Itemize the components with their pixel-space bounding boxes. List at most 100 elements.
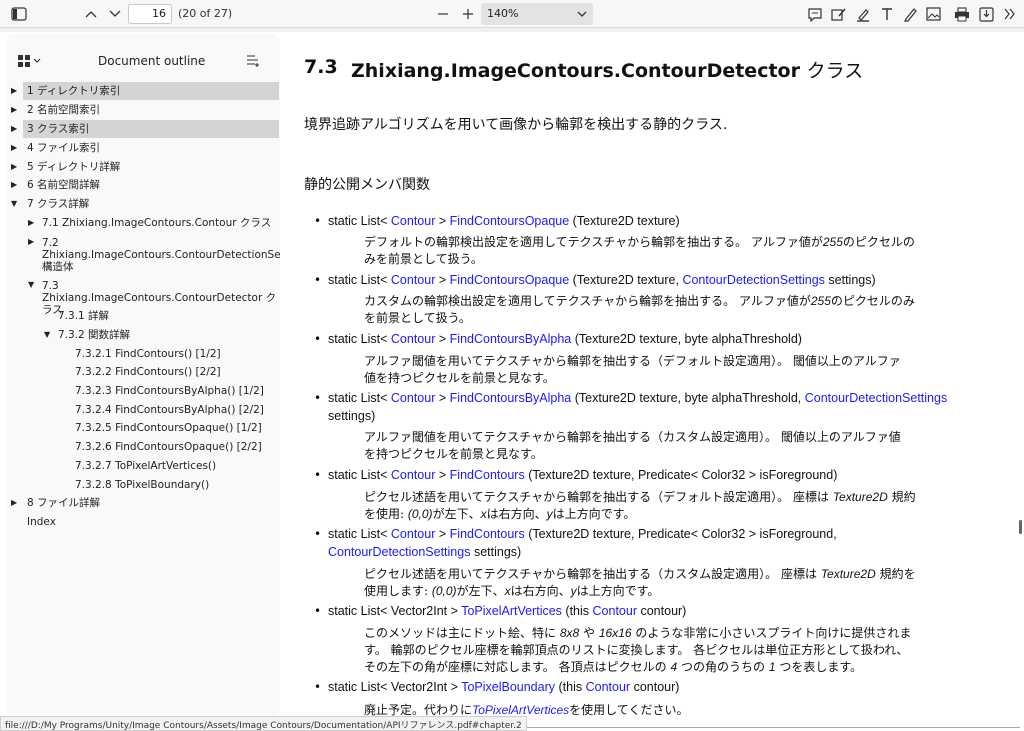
outline-item-5[interactable]: 5 ディレクトリ詳解 [27, 158, 120, 176]
member-prefix: static List< [328, 468, 388, 482]
find-contours-link[interactable]: FindContours [450, 527, 525, 541]
sidebar-toggle-button[interactable] [6, 3, 32, 25]
outline-item-7-3-2-2[interactable]: 7.3.2.2 FindContours() [2/2] [75, 363, 221, 381]
outline-item-7-3-2-6[interactable]: 7.3.2.6 FindContoursOpaque() [2/2] [75, 438, 262, 456]
outline-item-7-3-2-3[interactable]: 7.3.2.3 FindContoursByAlpha() [1/2] [75, 382, 264, 400]
contour-link[interactable]: Contour [593, 604, 637, 618]
zoom-in-button[interactable] [459, 3, 477, 25]
outline-item-7-3-2-8[interactable]: 7.3.2.8 ToPixelBoundary() [75, 476, 209, 494]
expand-arrow-icon[interactable]: ▶ [11, 176, 17, 194]
draw-button[interactable] [900, 3, 920, 25]
contour-link[interactable]: Contour [391, 332, 435, 346]
find-contours-by-alpha-link[interactable]: FindContoursByAlpha [450, 332, 572, 346]
scrollbar-thumb[interactable] [1019, 520, 1022, 534]
comment-icon [808, 7, 822, 22]
contour-detection-settings-link[interactable]: ContourDetectionSettings [805, 391, 947, 405]
collapse-arrow-icon[interactable]: ▼ [28, 276, 34, 294]
outline-item-6[interactable]: 6 名前空間詳解 [27, 176, 100, 194]
outline-item-1[interactable]: 1 ディレクトリ索引 [23, 82, 279, 100]
expand-arrow-icon[interactable]: ▶ [28, 214, 34, 232]
add-text-button[interactable] [877, 3, 897, 25]
contour-detection-settings-link[interactable]: ContourDetectionSettings [284, 545, 470, 559]
outline-item-7-3-2-1[interactable]: 7.3.2.1 FindContours() [1/2] [75, 345, 221, 363]
member-signature: static List< Contour > FindContoursOpaqu… [328, 212, 1018, 230]
find-contours-link[interactable]: FindContours [450, 468, 525, 482]
outline-item-4[interactable]: 4 ファイル索引 [27, 139, 100, 157]
outline-item-7-2[interactable]: 7.2 Zhixiang.ImageContours.ContourDetect… [42, 237, 280, 273]
zoom-select[interactable]: 140% [481, 3, 593, 25]
outline-item-7-3-2-4[interactable]: 7.3.2.4 FindContoursByAlpha() [2/2] [75, 401, 264, 419]
desc-italic: 4 [670, 660, 678, 674]
outline-item-7-3-1[interactable]: 7.3.1 詳解 [58, 307, 109, 325]
document-page: 7.3 Zhixiang.ImageContours.ContourDetect… [284, 32, 1019, 731]
double-chevron-right-icon [1004, 8, 1015, 20]
outline-item-3[interactable]: 3 クラス索引 [23, 120, 279, 138]
to-pixel-art-vertices-link[interactable]: ToPixelArtVertices [461, 604, 562, 618]
save-button[interactable] [976, 3, 996, 25]
desc-value: 255 [810, 294, 831, 308]
page-count: (20 of 27) [178, 7, 233, 20]
bullet: • [314, 214, 322, 228]
expand-arrow-icon[interactable]: ▶ [11, 120, 17, 138]
desc-text: つの角のうちの [680, 660, 765, 674]
expand-arrow-icon[interactable]: ▶ [11, 82, 17, 100]
contour-link[interactable]: Contour [586, 680, 630, 694]
contour-link[interactable]: Contour [391, 468, 435, 482]
expand-arrow-icon[interactable]: ▶ [11, 158, 17, 176]
member-prefix: static List< Vector2Int > [328, 680, 458, 694]
outline-item-2[interactable]: 2 名前空間索引 [27, 101, 100, 119]
to-pixel-boundary-link[interactable]: ToPixelBoundary [461, 680, 555, 694]
outline-item-7-1[interactable]: 7.1 Zhixiang.ImageContours.Contour クラス [42, 214, 271, 232]
contour-link[interactable]: Contour [391, 214, 435, 228]
expand-arrow-icon[interactable]: ▶ [11, 494, 17, 512]
contour-link[interactable]: Contour [391, 527, 435, 541]
contour-detection-settings-link[interactable]: ContourDetectionSettings [682, 273, 824, 287]
highlight-button[interactable] [853, 3, 873, 25]
to-pixel-art-vertices-link[interactable]: ToPixelArtVertices [472, 703, 569, 717]
contour-link[interactable]: Contour [391, 391, 435, 405]
chevron-up-icon [85, 11, 97, 18]
outline-options-button[interactable] [246, 53, 260, 72]
desc-text: 使用します: [364, 584, 429, 598]
text-edit-button[interactable] [829, 3, 849, 25]
outline-header: Document outline [6, 34, 280, 74]
outline-item-8[interactable]: 8 ファイル詳解 [27, 494, 100, 512]
image-icon [925, 7, 941, 21]
member-prefix: static List< [328, 391, 388, 405]
more-tools-button[interactable] [1000, 3, 1020, 25]
minus-icon [438, 13, 448, 15]
outline-item-7-3-2[interactable]: 7.3.2 関数詳解 [58, 326, 130, 344]
next-page-button[interactable] [106, 3, 124, 25]
find-contours-opaque-link[interactable]: FindContoursOpaque [450, 214, 570, 228]
desc-text: ピクセル述語を用いてテクスチャから輪郭を抽出する（カスタム設定適用）。 座標は [364, 567, 817, 581]
outline-view-button[interactable] [18, 53, 42, 72]
find-contours-by-alpha-link[interactable]: FindContoursByAlpha [450, 391, 572, 405]
expand-arrow-icon[interactable]: ▶ [11, 101, 17, 119]
outline-item-index[interactable]: Index [27, 513, 56, 531]
comment-button[interactable] [805, 3, 825, 25]
collapse-arrow-icon[interactable]: ▼ [44, 326, 50, 344]
collapse-arrow-icon[interactable]: ▼ [11, 195, 17, 213]
member-description: デフォルトの輪郭検出設定を適用してテクスチャから輪郭を抽出する。 アルファ値が2… [364, 234, 994, 268]
contour-link[interactable]: Contour [391, 273, 435, 287]
desc-text: つを表します。 [779, 660, 863, 674]
desc-italic: (0,0) [431, 584, 457, 598]
add-image-button[interactable] [923, 3, 943, 25]
desc-text: 規約 [891, 490, 916, 504]
outline-item-7[interactable]: 7 クラス詳解 [27, 195, 89, 213]
list-settings-icon [247, 55, 259, 67]
horizontal-scrollbar[interactable] [520, 727, 1020, 728]
edit-text-icon [831, 8, 846, 21]
zoom-out-button[interactable] [434, 3, 452, 25]
find-contours-opaque-link[interactable]: FindContoursOpaque [450, 273, 570, 287]
member-description: ピクセル述語を用いてテクスチャから輪郭を抽出する（デフォルト設定適用）。 座標は… [364, 489, 994, 523]
member-gt: > [438, 468, 447, 482]
outline-item-7-3-2-7[interactable]: 7.3.2.7 ToPixelArtVertices() [75, 457, 216, 475]
print-button[interactable] [952, 3, 972, 25]
outline-item-7-3-2-5[interactable]: 7.3.2.5 FindContoursOpaque() [1/2] [75, 419, 262, 437]
desc-text: みを前景として扱う。 [364, 252, 483, 266]
expand-arrow-icon[interactable]: ▶ [28, 233, 34, 251]
page-number-input[interactable]: 16 [128, 4, 172, 24]
previous-page-button[interactable] [82, 3, 100, 25]
expand-arrow-icon[interactable]: ▶ [11, 139, 17, 157]
